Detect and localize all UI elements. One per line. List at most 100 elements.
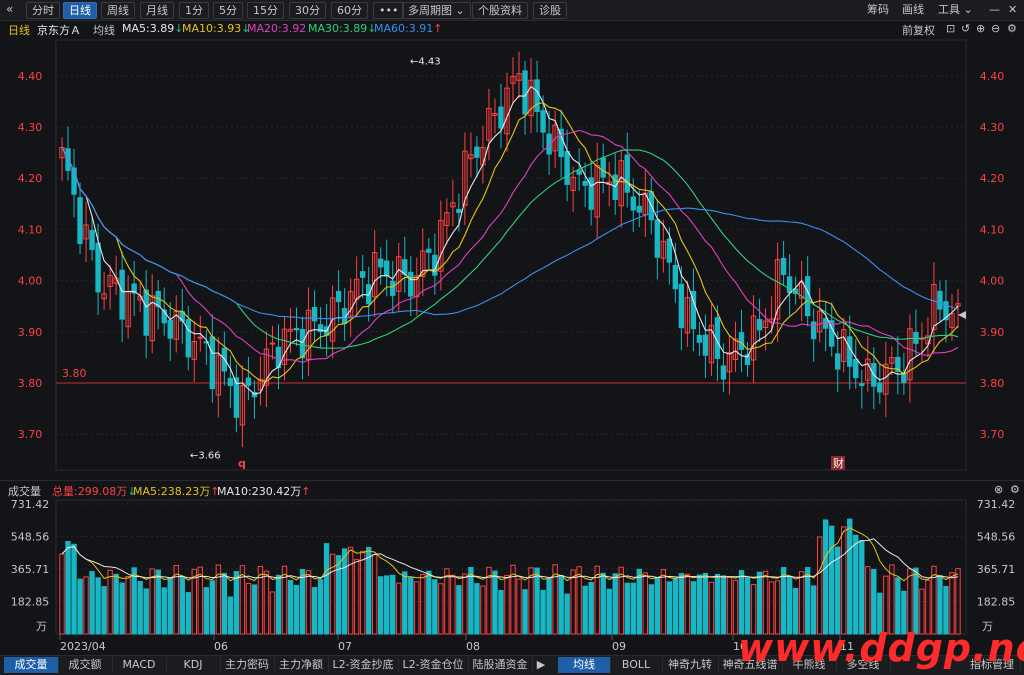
volume-bar	[341, 548, 348, 635]
reference-line-label: 3.80	[62, 367, 87, 380]
volume-bar	[408, 576, 414, 635]
volume-bar	[456, 585, 462, 635]
price-tick-left: 3.70	[18, 428, 43, 441]
candle-body	[293, 327, 300, 331]
volume-bar	[167, 577, 173, 635]
volume-bar	[101, 586, 107, 635]
settings-icon[interactable]: ⚙	[1010, 483, 1020, 496]
volume-bar	[798, 571, 805, 635]
candle-body	[522, 70, 528, 115]
volume-bar	[420, 573, 426, 635]
tab-main-net[interactable]: 主力净额	[274, 657, 329, 673]
candle-body	[720, 365, 727, 380]
volume-bar	[185, 592, 191, 635]
candle-body	[299, 328, 306, 359]
volume-bar	[516, 578, 522, 635]
volume-bar	[131, 567, 137, 635]
x-tick-label: 2023/04	[60, 640, 106, 653]
candle-body	[810, 321, 817, 340]
tab-ma[interactable]: 均线	[558, 657, 611, 673]
volume-bar	[323, 543, 330, 635]
volume-bar	[756, 571, 763, 635]
volume-bar	[59, 553, 65, 635]
price-tick-left: 4.30	[18, 121, 43, 134]
volume-bar	[642, 572, 648, 635]
tab-boll[interactable]: BOLL	[610, 657, 663, 673]
candle-body	[738, 332, 745, 350]
close-icon[interactable]: ⊗	[994, 483, 1003, 496]
volume-bar	[648, 584, 655, 635]
price-panel-border	[55, 39, 967, 471]
volume-bar	[720, 575, 727, 635]
candle-body	[835, 353, 841, 370]
candle-body	[624, 154, 630, 193]
tab-kdj[interactable]: KDJ	[166, 657, 221, 673]
volume-bar	[708, 581, 715, 635]
x-tick-label: 09	[612, 640, 626, 653]
volume-bar	[582, 585, 588, 635]
candle-body	[119, 269, 125, 320]
volume-bar	[780, 567, 787, 635]
volume-bar	[396, 582, 402, 635]
volume-bar	[624, 582, 630, 635]
tab-macd[interactable]: MACD	[112, 657, 167, 673]
volume-tick-right: 365.71	[977, 563, 1016, 576]
candle-body	[498, 106, 504, 129]
candle-body	[245, 377, 252, 386]
candle-body	[185, 319, 191, 358]
chevron-right-icon[interactable]: ▶	[534, 657, 548, 673]
volume-tick-left: 548.56	[11, 531, 50, 544]
candle-body	[89, 229, 95, 250]
volume-bar	[606, 588, 612, 635]
candle-body	[630, 196, 636, 211]
watermark: www.ddgp.net	[738, 626, 1024, 670]
candle-body	[672, 264, 679, 290]
volume-bar	[841, 526, 847, 635]
candle-body	[847, 336, 853, 367]
candle-body	[209, 336, 216, 390]
volume-bar	[714, 573, 721, 635]
candle-body	[167, 320, 173, 339]
price-tick-right: 3.80	[980, 377, 1005, 390]
tab-main-code[interactable]: 主力密码	[220, 657, 275, 673]
volume-bar	[275, 574, 282, 635]
candle-body	[582, 180, 588, 186]
volume-bar	[600, 572, 606, 635]
volume-ma10-arrow: ↑	[301, 485, 311, 498]
tab-nine-turn[interactable]: 神奇九转	[662, 657, 719, 673]
current-price-marker	[958, 311, 966, 319]
volume-bar	[666, 581, 673, 635]
tab-l2-bottom[interactable]: L2-资金抄底	[328, 657, 399, 673]
candle-body	[95, 242, 101, 293]
tab-l2-position[interactable]: L2-资金仓位	[398, 657, 469, 673]
candle-body	[426, 248, 432, 253]
tab-northbound[interactable]: 陆股通资金	[468, 657, 533, 673]
volume-bar	[113, 573, 119, 635]
volume-bar	[227, 596, 234, 635]
volume-bar	[209, 580, 216, 635]
tab-volume[interactable]: 成交量	[4, 657, 59, 673]
volume-tick-right: 548.56	[977, 531, 1016, 544]
candle-body	[756, 319, 763, 331]
candle-body	[576, 170, 582, 175]
tab-turnover[interactable]: 成交额	[58, 657, 113, 673]
volume-bar	[822, 519, 829, 635]
volume-tick-left: 365.71	[11, 563, 50, 576]
volume-bar	[378, 576, 384, 635]
volume-bar	[384, 575, 390, 635]
volume-bar	[738, 570, 745, 635]
volume-bar	[696, 574, 703, 635]
volume-bar	[65, 540, 71, 635]
ma10-line	[61, 102, 959, 382]
candle-body	[696, 334, 703, 343]
volume-bar	[317, 579, 324, 635]
price-tick-right: 4.00	[980, 275, 1005, 288]
volume-bar	[426, 570, 432, 635]
price-tick-left: 4.40	[18, 70, 43, 83]
volume-bar	[588, 582, 594, 635]
candle-body	[702, 334, 709, 356]
kline-chart[interactable]: 4.40 4.40 4.30 4.30 4.20 4.20 4.10 4.10 4.00 4.00…	[0, 0, 1024, 674]
volume-bar	[233, 571, 240, 635]
volume-bar	[564, 593, 570, 635]
volume-bar	[89, 571, 95, 635]
